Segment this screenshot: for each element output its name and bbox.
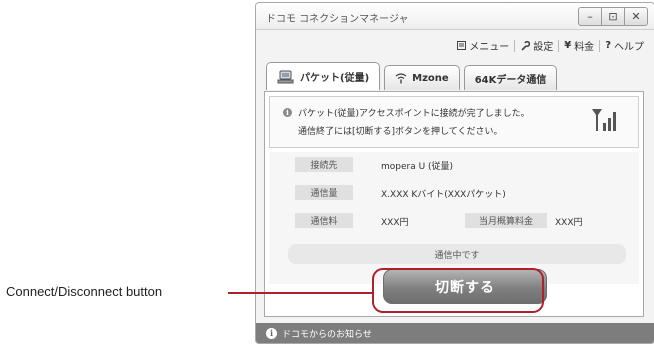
connection-info: 接続先 mopera U (従量) 通信量 X.XXX Kバイト(XXXパケット…	[269, 152, 639, 284]
tab-packet[interactable]: パケット(従量)	[266, 62, 381, 90]
menu-divider	[599, 39, 601, 52]
notice-text: 通信終了には[切断する]ボタンを押してください。	[298, 127, 503, 137]
status-bar: 通信中です	[288, 244, 626, 264]
fee-button[interactable]: ¥ 料金	[560, 38, 598, 53]
monthly-charge-label: 当月概算料金	[465, 213, 547, 228]
maximize-button[interactable]: ⊡	[602, 7, 625, 26]
tab-label: Mzone	[412, 72, 449, 84]
pc-network-icon	[277, 70, 294, 83]
title-bar[interactable]: ドコモ コネクションマネージャ – ⊡ ✕	[256, 3, 654, 30]
traffic-value: X.XXX Kバイト(XXXパケット)	[381, 190, 506, 200]
footer-label: ドコモからのお知らせ	[282, 329, 372, 340]
close-button[interactable]: ✕	[625, 7, 648, 26]
menu-divider	[558, 39, 560, 52]
yen-icon: ¥	[564, 40, 572, 51]
fee-label: 料金	[574, 42, 595, 53]
menu-button[interactable]: メニュー	[453, 38, 513, 53]
destination-value: mopera U (従量)	[381, 162, 454, 172]
minimize-button[interactable]: –	[578, 7, 602, 26]
wrench-icon	[521, 40, 531, 51]
notice-box: i パケット(従量)アクセスポイントに接続が完了しました。 通信終了には[切断す…	[269, 96, 639, 148]
notice-text: パケット(従量)アクセスポイントに接続が完了しました。	[298, 109, 530, 119]
wifi-icon	[395, 73, 407, 84]
charge-label: 通信料	[295, 213, 353, 228]
window-controls: – ⊡ ✕	[578, 7, 648, 26]
connection-tabs: パケット(従量) Mzone 64Kデータ通信	[266, 62, 558, 91]
docomo-notice-bar[interactable]: i ドコモからのお知らせ	[256, 323, 654, 343]
traffic-label: 通信量	[295, 185, 353, 200]
tab-64k[interactable]: 64Kデータ通信	[463, 65, 558, 90]
settings-label: 設定	[533, 42, 554, 53]
menu-label: メニュー	[469, 42, 510, 53]
charge-value: XXX円	[381, 218, 409, 228]
signal-strength-icon	[592, 109, 616, 131]
menu-bar: メニュー 設定 ¥ 料金 ? ヘルプ	[453, 38, 648, 53]
destination-label: 接続先	[295, 157, 353, 172]
callout-label: Connect/Disconnect button	[6, 284, 163, 299]
tab-label: 64Kデータ通信	[474, 74, 547, 86]
window-title: ドコモ コネクションマネージャ	[266, 14, 409, 25]
settings-button[interactable]: 設定	[516, 38, 557, 53]
callout-highlight	[372, 268, 544, 313]
question-icon: ?	[605, 40, 611, 51]
tab-label: パケット(従量)	[300, 73, 370, 84]
menu-divider	[514, 39, 516, 52]
callout-line	[228, 292, 373, 294]
monthly-charge-value: XXX円	[555, 218, 583, 228]
info-icon: i	[266, 327, 277, 339]
menu-icon	[457, 41, 467, 50]
info-icon: i	[283, 108, 292, 117]
help-label: ヘルプ	[614, 42, 644, 53]
tab-mzone[interactable]: Mzone	[384, 65, 460, 90]
help-button[interactable]: ? ヘルプ	[601, 38, 648, 53]
